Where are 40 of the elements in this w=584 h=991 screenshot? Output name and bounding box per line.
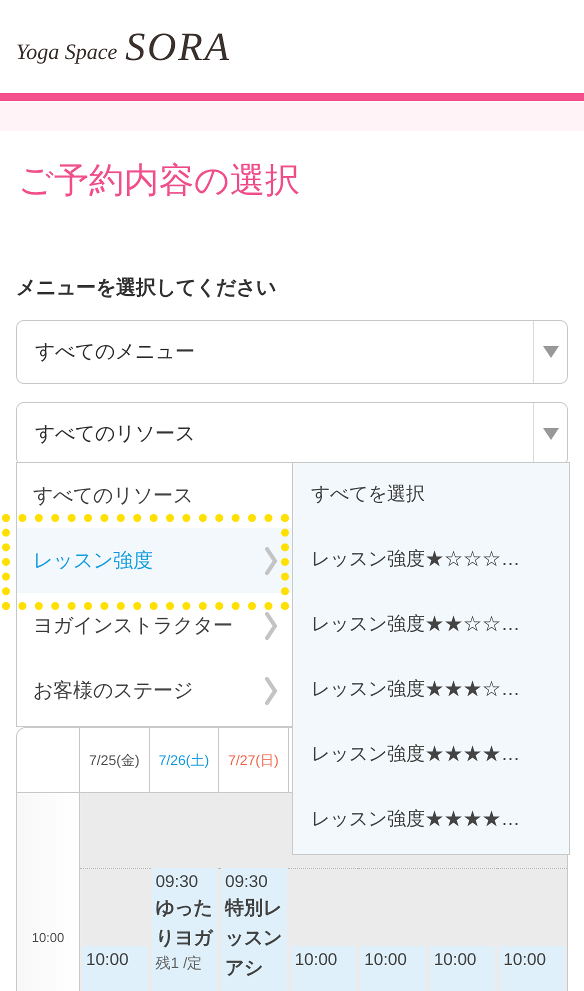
event-card[interactable]: 10:00 [360, 946, 426, 991]
page-title: ご予約内容の選択 [18, 160, 301, 202]
menu-item[interactable]: ヨガインストラクター [17, 593, 292, 658]
chevron-right-icon [264, 546, 278, 576]
submenu-item[interactable]: レッスン強度★★★★… [293, 723, 569, 788]
event-note: 残1 /定 [156, 954, 204, 974]
event-time: 10:00 [86, 949, 130, 971]
dropdown-arrow-icon [542, 346, 558, 358]
event-time: 10:00 [364, 949, 408, 971]
event-card[interactable]: 09:30 特別レッスンアシ [221, 868, 287, 991]
event-time: 09:30 [225, 871, 269, 893]
day-header: 7/26(土) [158, 750, 210, 770]
event-time: 10:00 [294, 949, 338, 971]
menu-item[interactable]: お客様のステージ [17, 658, 292, 723]
select-field[interactable]: すべてのメニュー [16, 320, 568, 384]
event-card[interactable]: 09:30 ゆったりヨガ 残1 /定 [152, 868, 218, 991]
event-title: 特別レッスンアシ [225, 897, 283, 981]
day-header: 7/25(金) [88, 750, 140, 770]
event-card[interactable]: 10:00 [430, 946, 496, 991]
event-title: ゆったりヨガ [156, 897, 214, 951]
event-card[interactable]: 10:00 [290, 946, 356, 991]
event-time: 09:30 [156, 871, 200, 893]
event-card[interactable]: 10:00 [499, 946, 565, 991]
event-time: 10:00 [434, 949, 478, 971]
time-label: 10:00 [32, 929, 64, 947]
event-time: 10:00 [503, 949, 547, 971]
menu-item[interactable]: すべてのリソース [17, 463, 292, 528]
submenu-item[interactable]: レッスン強度★★★☆… [293, 658, 569, 723]
logo-large-text: SORA [125, 22, 232, 70]
submenu-item[interactable]: レッスン強度★★☆☆… [293, 593, 569, 658]
logo-small-text: Yoga Space [16, 38, 118, 66]
submenu-item[interactable]: すべてを選択 [293, 463, 569, 528]
chevron-right-icon [264, 610, 278, 640]
menu-label: メニューを選択してください [16, 276, 277, 301]
day-header: 7/27(日) [228, 750, 279, 770]
dropdown-arrow-icon [542, 428, 558, 440]
submenu-item[interactable]: レッスン強度★☆☆☆… [293, 528, 569, 593]
chevron-right-icon [264, 676, 278, 706]
submenu-item[interactable]: レッスン強度★★★★… [293, 788, 569, 853]
event-card[interactable]: 10:00 [82, 946, 148, 991]
